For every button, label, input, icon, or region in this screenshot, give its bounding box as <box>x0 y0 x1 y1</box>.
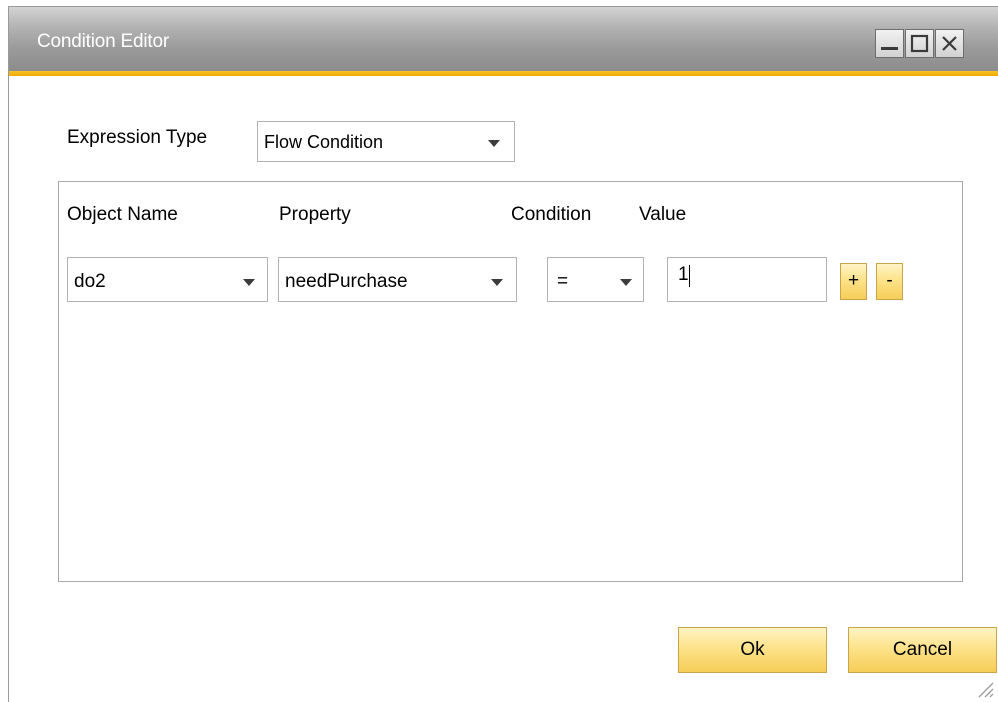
header-value: Value <box>639 204 687 225</box>
title-bar[interactable]: Condition Editor <box>9 7 998 71</box>
condition-dropdown[interactable]: = <box>547 257 644 302</box>
expression-type-value: Flow Condition <box>264 132 384 152</box>
add-condition-button[interactable]: + <box>840 263 867 300</box>
property-value: needPurchase <box>285 271 408 292</box>
minimize-button[interactable] <box>875 29 904 58</box>
object-name-dropdown[interactable]: do2 <box>67 257 268 302</box>
condition-panel <box>58 181 963 582</box>
header-property: Property <box>279 204 351 225</box>
condition-value: = <box>557 271 569 292</box>
window-title: Condition Editor <box>37 31 169 52</box>
chevron-down-icon <box>491 279 503 286</box>
text-caret <box>689 265 690 287</box>
resize-grip-icon[interactable] <box>976 680 994 698</box>
object-name-value: do2 <box>74 271 106 292</box>
ok-button[interactable]: Ok <box>678 627 827 673</box>
minimize-icon <box>881 47 898 50</box>
cancel-button[interactable]: Cancel <box>848 627 997 673</box>
header-condition: Condition <box>511 204 592 225</box>
condition-editor-window: Condition Editor Expression Type Flow Co… <box>8 6 998 702</box>
title-accent-bar <box>9 71 998 76</box>
remove-condition-button[interactable]: - <box>876 263 903 300</box>
header-object-name: Object Name <box>67 204 178 225</box>
maximize-icon <box>910 34 929 53</box>
chevron-down-icon <box>620 279 632 286</box>
property-dropdown[interactable]: needPurchase <box>278 257 517 302</box>
close-icon <box>942 36 957 51</box>
close-button[interactable] <box>935 29 964 58</box>
chevron-down-icon <box>488 140 500 147</box>
maximize-button[interactable] <box>905 29 934 58</box>
chevron-down-icon <box>243 279 255 286</box>
expression-type-dropdown[interactable]: Flow Condition <box>257 121 515 162</box>
value-input-text: 1 <box>678 264 689 285</box>
expression-type-label: Expression Type <box>67 127 208 148</box>
value-input[interactable]: 1 <box>667 257 827 302</box>
